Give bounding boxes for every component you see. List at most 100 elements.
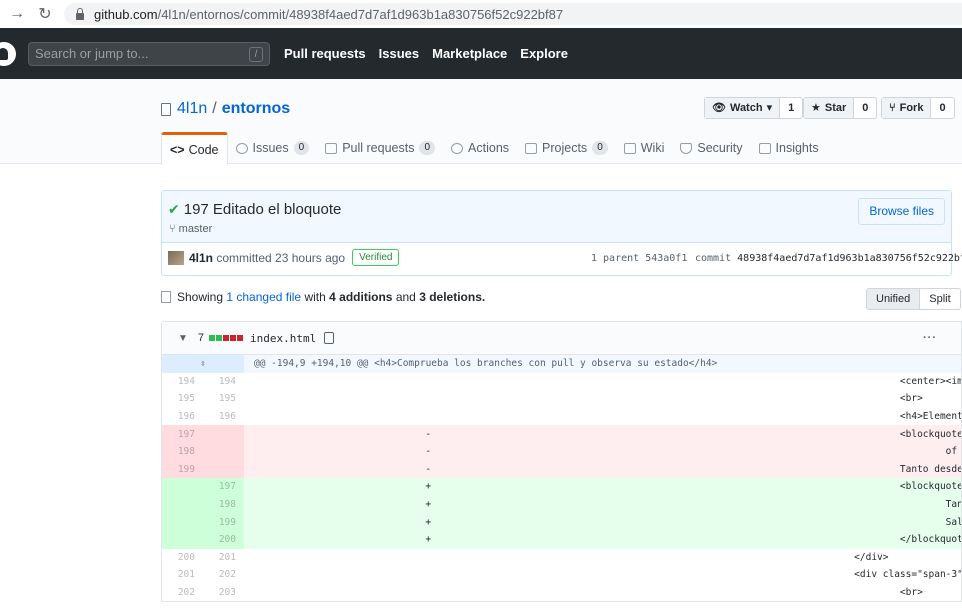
- parent-label: 1 parent: [591, 253, 640, 264]
- commit-meta: 4l1n committed 23 hours ago Verified: [168, 249, 400, 266]
- tab-label: Wiki: [640, 141, 665, 155]
- tab-label: Pull requests: [342, 141, 415, 155]
- changed-files-link[interactable]: 1 changed file: [226, 290, 301, 304]
- new-line-number[interactable]: 198: [203, 495, 244, 514]
- old-line-number[interactable]: 200: [162, 549, 203, 567]
- commit-author[interactable]: 4l1n: [189, 251, 213, 265]
- added-line-row: 197 + <blockquote>: [162, 478, 961, 496]
- code-line: <br>: [602, 393, 923, 405]
- github-logo-icon[interactable]: [0, 42, 16, 66]
- repo-name-link[interactable]: entornos: [222, 100, 290, 118]
- old-line-number[interactable]: [162, 495, 203, 514]
- new-line-number[interactable]: 202: [203, 566, 244, 584]
- new-line-number[interactable]: 199: [203, 513, 244, 531]
- avatar[interactable]: [168, 250, 184, 265]
- tab-actions[interactable]: Actions: [443, 132, 517, 164]
- diff-sign: +: [244, 513, 603, 531]
- nav-pull-requests[interactable]: Pull requests: [284, 46, 366, 61]
- tab-projects[interactable]: Projects 0: [517, 132, 616, 164]
- chevron-down-icon[interactable]: ▼: [178, 333, 188, 344]
- old-line-number[interactable]: [162, 513, 203, 531]
- file-change-count: 7: [197, 332, 205, 344]
- new-line-number[interactable]: 201: [203, 549, 244, 567]
- old-line-number[interactable]: [162, 478, 203, 496]
- reload-icon[interactable]: ↻: [34, 4, 56, 24]
- star-count[interactable]: 0: [854, 98, 876, 118]
- summary-and: and: [395, 290, 416, 304]
- verified-badge[interactable]: Verified: [352, 249, 400, 266]
- new-line-number[interactable]: [203, 425, 244, 443]
- commit-sha: 48938f4aed7d7af1d963b1a830756f52c922bf87: [737, 253, 962, 264]
- new-line-number[interactable]: [203, 460, 244, 479]
- old-line-number[interactable]: [162, 530, 203, 549]
- fork-button[interactable]: ⑂ Fork: [882, 98, 932, 118]
- tab-security[interactable]: Security: [672, 132, 750, 164]
- new-line-number[interactable]: [203, 442, 244, 461]
- expand-icon[interactable]: ⇳: [162, 355, 244, 373]
- watch-count[interactable]: 1: [780, 98, 802, 118]
- tab-wiki[interactable]: Wiki: [616, 132, 673, 164]
- code-line: <blockquote>The new GitHub Desktop suppo…: [602, 425, 961, 443]
- file-menu-icon[interactable]: ···: [923, 332, 937, 344]
- commit-label: commit: [695, 253, 732, 264]
- context-line-row: 200 201 </div>: [162, 549, 961, 567]
- diff-sign: [244, 549, 603, 567]
- new-line-number[interactable]: 196: [203, 408, 244, 426]
- context-line-row: 195 195 <br>: [162, 390, 961, 408]
- context-line-row: 194194 <center><img src="images/syntax-h…: [162, 373, 961, 391]
- deleted-line-row: 199 - Tanto desde la web como desde la ap…: [162, 460, 961, 479]
- old-line-number[interactable]: 194: [162, 373, 203, 391]
- old-line-number[interactable]: 196: [162, 408, 203, 426]
- commit-branch[interactable]: ⑂ master: [169, 223, 212, 235]
- old-line-number[interactable]: 197: [162, 425, 203, 443]
- graph-icon: [758, 142, 771, 154]
- shield-icon: [680, 142, 693, 154]
- fork-count[interactable]: 0: [931, 98, 953, 118]
- url-field[interactable]: github.com/4l1n/entornos/commit/48938f4a…: [64, 3, 962, 25]
- diffstat-block: [216, 335, 223, 341]
- split-button[interactable]: Split: [920, 288, 961, 310]
- new-line-number[interactable]: 203: [203, 584, 244, 602]
- tab-label: Actions: [468, 141, 510, 155]
- code-line: Tanto desde la web como desde la aplicac…: [602, 460, 961, 479]
- new-line-number[interactable]: 195: [203, 390, 244, 408]
- tab-code[interactable]: <> Code: [161, 132, 228, 165]
- star-icon: ★: [811, 102, 821, 114]
- forward-icon[interactable]: →: [6, 5, 28, 23]
- context-line-row: 196196 <h4>Elementos remarcados</h4>: [162, 408, 961, 426]
- parent-sha-link[interactable]: 543a0f1: [645, 253, 687, 264]
- github-header: Search or jump to... / Pull requests Iss…: [0, 28, 962, 79]
- unified-button[interactable]: Unified: [866, 288, 921, 310]
- old-line-number[interactable]: 195: [162, 390, 203, 408]
- old-line-number[interactable]: 202: [162, 584, 203, 602]
- file-name[interactable]: index.html: [250, 332, 316, 345]
- new-line-number[interactable]: 197: [203, 478, 244, 496]
- repo-owner-link[interactable]: 4l1n: [177, 100, 207, 118]
- code-line: <blockquote>: [602, 478, 961, 496]
- summary-with: with: [304, 290, 326, 304]
- tab-issues[interactable]: Issues 0: [228, 132, 318, 164]
- clipboard-icon[interactable]: [324, 332, 335, 344]
- tab-pull-requests[interactable]: Pull requests 0: [317, 132, 443, 164]
- new-line-number[interactable]: 194: [203, 373, 244, 391]
- tab-insights[interactable]: Insights: [751, 132, 827, 164]
- old-line-number[interactable]: 198: [162, 442, 203, 461]
- repo-header: 4l1n / entornos 👁 Watch ▾ 1 ★ Star 0 ⑂ Fork …: [0, 79, 962, 165]
- tab-label: Code: [188, 143, 219, 157]
- commit-title: ✔ 197 Editado el bloquote: [168, 201, 341, 218]
- added-line-row: 198+ Tanto desde la web como desde la ap…: [162, 495, 961, 514]
- nav-marketplace[interactable]: Marketplace: [432, 46, 507, 61]
- star-button[interactable]: ★ Star: [804, 98, 855, 118]
- browse-files-button[interactable]: Browse files: [858, 198, 945, 225]
- watch-label: Watch: [729, 102, 763, 114]
- fork-icon: ⑂: [889, 102, 896, 114]
- nav-explore[interactable]: Explore: [520, 46, 568, 61]
- new-line-number[interactable]: 200: [203, 530, 244, 549]
- old-line-number[interactable]: 199: [162, 460, 203, 479]
- url-path: /4l1n/entornos/commit/48938f4aed7d7af1d9…: [157, 6, 564, 22]
- search-input[interactable]: Search or jump to... /: [28, 42, 270, 66]
- watch-button[interactable]: 👁 Watch ▾: [705, 98, 781, 118]
- diff-sign: -: [244, 425, 603, 443]
- nav-issues[interactable]: Issues: [379, 46, 419, 61]
- old-line-number[interactable]: 201: [162, 566, 203, 584]
